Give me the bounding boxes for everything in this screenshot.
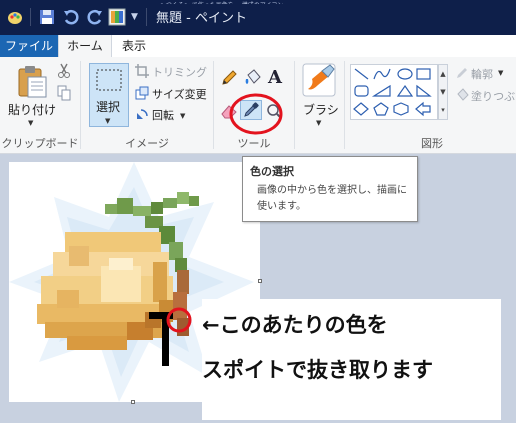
undo-icon[interactable] [62, 8, 80, 26]
brush-dropdown-icon[interactable]: ▼ [316, 119, 321, 127]
tooltip-body: 画像の中から色を選択し、描画に使います。 [257, 185, 407, 212]
ribbon: 貼り付け ▼ クリップボード 選択 ▼ トリミング サイズ変更 回転 ▼ イメー… [0, 57, 516, 154]
qa-separator [30, 8, 31, 26]
brush-label[interactable]: ブラシ [303, 101, 339, 118]
tab-view[interactable]: 表示 [112, 35, 156, 57]
annotation-box: ←このあたりの色を スポイトで抜き取ります [202, 299, 501, 420]
image-group-label: イメージ [125, 137, 169, 150]
shapes-group-label: 図形 [421, 137, 443, 150]
customize-icon[interactable] [108, 8, 126, 26]
outline-label[interactable]: 輪郭 [471, 66, 493, 82]
brush-icon[interactable] [302, 63, 336, 97]
paste-button-label[interactable]: 貼り付け [8, 101, 56, 118]
crop-label[interactable]: トリミング [152, 64, 207, 80]
pencil-icon[interactable] [220, 69, 238, 87]
title-strip: ～つくる～ で作った画像を… 構成のアイコン [160, 0, 516, 4]
select-icon [96, 69, 122, 91]
text-icon[interactable]: A [268, 67, 282, 88]
rotate-dropdown-icon[interactable]: ▼ [180, 112, 185, 120]
paint-window: ～つくる～ で作った画像を… 構成のアイコン ▼ 無題 - ペイント ファイル … [0, 0, 516, 423]
rotate-icon[interactable] [135, 107, 149, 121]
outline-dropdown-icon[interactable]: ▼ [498, 69, 503, 77]
copy-icon[interactable] [57, 85, 71, 101]
canvas-resize-handle[interactable] [258, 279, 262, 283]
cut-icon[interactable] [57, 63, 71, 79]
annotation-line2: スポイトで抜き取ります [202, 358, 433, 382]
shapes-scroll[interactable]: ▲ ▼ ▾ [438, 64, 448, 120]
fill-icon[interactable] [455, 88, 469, 102]
ribbon-separator [294, 61, 295, 149]
fill-label[interactable]: 塗りつぶし [471, 88, 516, 104]
resize-label[interactable]: サイズ変更 [152, 86, 207, 102]
crop-icon[interactable] [135, 64, 149, 78]
save-icon[interactable] [38, 8, 56, 26]
tab-home[interactable]: ホーム [58, 35, 112, 57]
select-label: 選択 [96, 100, 121, 114]
tools-group-label: ツール [237, 137, 271, 150]
qa-dropdown-icon[interactable]: ▼ [131, 12, 138, 22]
select-dropdown-icon[interactable]: ▼ [105, 117, 110, 125]
clipboard-group-label: クリップボード [1, 137, 79, 150]
outline-icon[interactable] [455, 66, 469, 80]
canvas-resize-handle[interactable] [131, 400, 135, 404]
redo-icon[interactable] [86, 8, 104, 26]
fill-bucket-icon[interactable] [244, 69, 262, 87]
paste-dropdown-icon[interactable]: ▼ [28, 119, 33, 127]
tooltip-title: 色の選択 [250, 165, 294, 178]
resize-icon[interactable] [135, 86, 149, 100]
paint-app-icon[interactable] [6, 8, 24, 26]
ribbon-separator [344, 61, 345, 149]
annotation-line1: ←このあたりの色を [202, 313, 388, 337]
tab-file[interactable]: ファイル [0, 35, 58, 57]
paste-icon[interactable] [15, 65, 49, 99]
window-title: 無題 - ペイント [156, 11, 247, 26]
tool-highlight-circle [229, 93, 283, 135]
ribbon-tabs: ファイル ホーム 表示 [0, 35, 516, 57]
title-separator [146, 8, 147, 26]
shapes-gallery[interactable] [350, 64, 438, 120]
color-picker-tooltip: 色の選択 画像の中から色を選択し、描画に使います。 [242, 156, 418, 222]
rotate-label[interactable]: 回転 [152, 107, 174, 123]
title-bar: ～つくる～ で作った画像を… 構成のアイコン ▼ 無題 - ペイント [0, 0, 516, 35]
